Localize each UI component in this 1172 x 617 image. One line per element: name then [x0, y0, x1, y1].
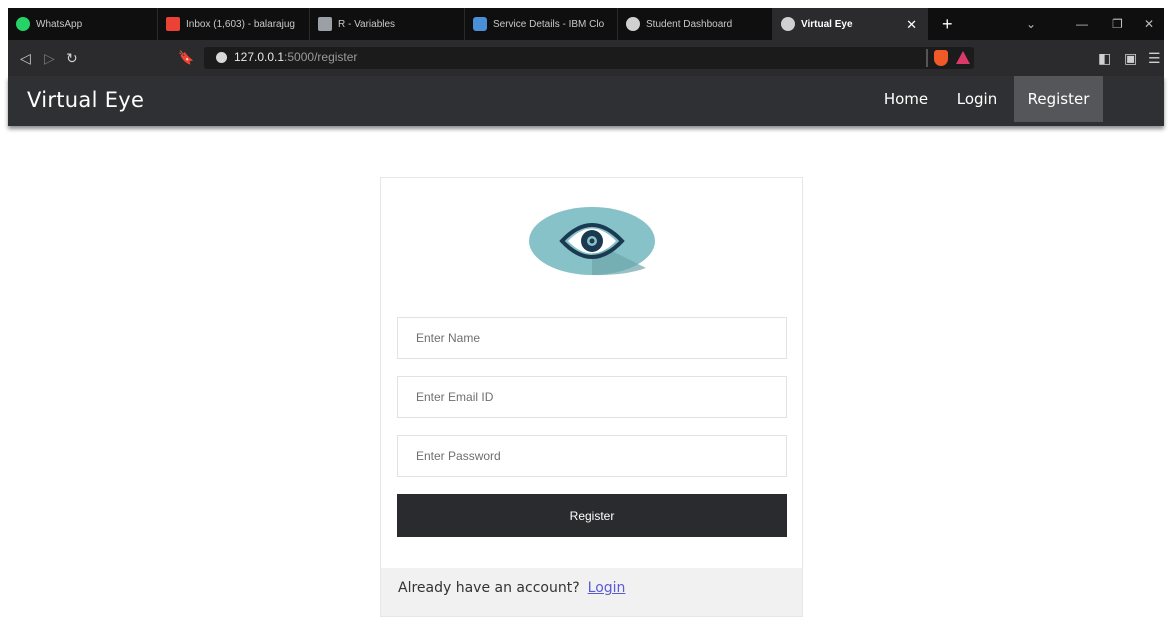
card-footer: Already have an account? Login — [381, 568, 802, 616]
globe-icon — [626, 17, 640, 31]
register-button[interactable]: Register — [397, 494, 787, 537]
tab-virtual-eye[interactable]: Virtual Eye ✕ — [773, 8, 928, 40]
tab-gmail[interactable]: Inbox (1,603) - balarajug — [158, 8, 310, 40]
forward-icon[interactable]: ▷ — [44, 49, 55, 67]
tab-title: Virtual Eye — [801, 18, 853, 30]
tab-title: Service Details - IBM Clo — [493, 18, 605, 30]
cloud-icon — [473, 17, 487, 31]
nav-home[interactable]: Home — [874, 76, 938, 122]
back-icon[interactable]: ◁ — [20, 49, 31, 67]
register-card: Register Already have an account? Login — [380, 177, 803, 617]
tab-ibm-cloud[interactable]: Service Details - IBM Clo — [465, 8, 618, 40]
address-bar[interactable]: 127.0.0.1:5000/register — [204, 47, 974, 69]
browser-tab-strip: WhatsApp Inbox (1,603) - balarajug R - V… — [8, 8, 1164, 40]
tab-r-variables[interactable]: R - Variables — [310, 8, 465, 40]
bookmark-icon[interactable]: 🔖 — [178, 49, 194, 67]
minimize-icon[interactable]: — — [1076, 8, 1088, 40]
menu-icon[interactable]: ☰ — [1148, 49, 1161, 67]
email-field[interactable] — [397, 376, 787, 418]
tab-whatsapp[interactable]: WhatsApp — [8, 8, 158, 40]
site-navbar: Virtual Eye Home Login Register — [8, 76, 1164, 126]
password-input[interactable] — [398, 436, 786, 476]
nav-register[interactable]: Register — [1014, 76, 1103, 122]
login-prompt-text: Already have an account? — [398, 580, 580, 596]
tab-search-chevron-icon[interactable]: ⌄ — [1026, 8, 1036, 40]
eye-logo-icon — [529, 207, 655, 276]
login-link[interactable]: Login — [588, 580, 626, 596]
tab-title: WhatsApp — [36, 18, 83, 30]
tab-title: Student Dashboard — [646, 18, 733, 30]
login-prompt: Already have an account? Login — [398, 580, 625, 596]
tab-title: Inbox (1,603) - balarajug — [186, 18, 295, 30]
tab-title: R - Variables — [338, 18, 396, 30]
brave-shield-icon[interactable] — [934, 50, 948, 66]
brave-rewards-icon[interactable] — [956, 51, 970, 64]
window-close-icon[interactable]: ✕ — [1144, 8, 1154, 40]
url-text: 127.0.0.1:5000/register — [234, 50, 358, 64]
wallet-icon[interactable]: ▣ — [1124, 49, 1137, 67]
password-field[interactable] — [397, 435, 787, 477]
site-info-icon[interactable] — [216, 52, 227, 63]
gmail-icon — [166, 17, 180, 31]
nav-login[interactable]: Login — [946, 76, 1008, 122]
browser-toolbar: ◁ ▷ ↻ 🔖 127.0.0.1:5000/register ◧ ▣ ☰ — [8, 40, 1164, 76]
brand-logo-text[interactable]: Virtual Eye — [27, 88, 144, 112]
tab-student-dashboard[interactable]: Student Dashboard — [618, 8, 773, 40]
whatsapp-icon — [16, 17, 30, 31]
sidebar-toggle-icon[interactable]: ◧ — [1098, 49, 1111, 67]
toolbar-divider — [926, 49, 928, 67]
email-input[interactable] — [398, 377, 786, 417]
name-field[interactable] — [397, 317, 787, 359]
new-tab-icon[interactable]: + — [942, 8, 953, 40]
name-input[interactable] — [398, 318, 786, 358]
close-tab-icon[interactable]: ✕ — [906, 17, 917, 33]
restore-icon[interactable]: ❐ — [1112, 8, 1123, 40]
globe-icon — [781, 17, 795, 31]
r-icon — [318, 17, 332, 31]
reload-icon[interactable]: ↻ — [66, 49, 78, 67]
